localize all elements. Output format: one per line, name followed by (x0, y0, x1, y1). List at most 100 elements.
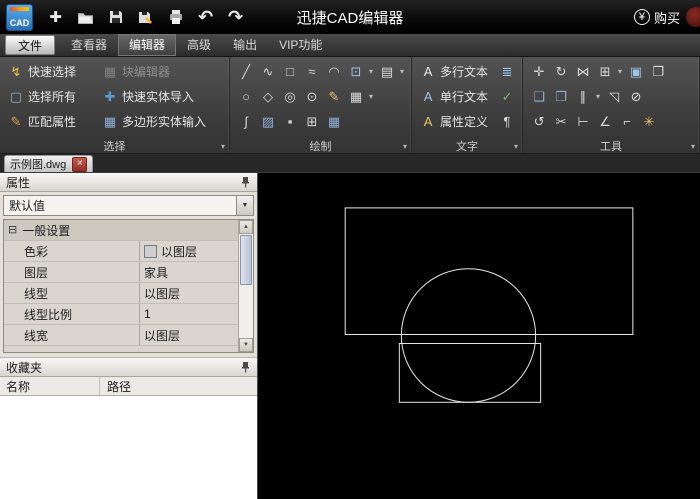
cad-circle[interactable] (400, 268, 537, 403)
tile-windows-button[interactable]: ❒ (551, 88, 571, 106)
revision-cloud-button[interactable]: ≈ (302, 63, 322, 81)
scrollbar[interactable]: ▲ ▼ (238, 220, 253, 352)
array-button[interactable]: ⊞ ▾ (595, 63, 624, 81)
array-dropdown-icon[interactable]: ▾ (618, 67, 622, 76)
explode-button[interactable]: ✳ (639, 113, 659, 131)
support-icon[interactable] (686, 7, 700, 27)
tab-file[interactable]: 文件 (5, 35, 56, 55)
polygon-entity-input-button[interactable]: ▦ 多边形实体输入 (100, 112, 224, 131)
more-draw-dropdown-icon[interactable]: ▾ (369, 92, 373, 101)
text-group-expand-icon[interactable]: ▾ (514, 142, 518, 151)
cad-rectangle-large[interactable] (344, 207, 634, 336)
quick-entity-import-button[interactable]: ✚ 快速实体导入 (100, 87, 224, 106)
tab-viewer[interactable]: 查看器 (60, 34, 118, 56)
undo-mark-button[interactable]: ↺ (529, 113, 549, 131)
polyline-button[interactable]: ∿ (258, 63, 278, 81)
sketch-button[interactable]: ✎ (324, 88, 344, 106)
mirror-button[interactable]: ⋈ (573, 63, 593, 81)
region-button[interactable]: ⊞ (302, 113, 322, 131)
drawing-canvas[interactable] (258, 173, 700, 499)
close-tab-icon[interactable]: × (72, 156, 88, 172)
paste-button[interactable]: ❐ (648, 63, 668, 81)
select-all-button[interactable]: ▢ 选择所有 (6, 87, 100, 106)
rotate-button[interactable]: ↻ (551, 63, 571, 81)
block-editor-button[interactable]: ▦ 块编辑器 (100, 62, 224, 81)
select-group-expand-icon[interactable]: ▾ (221, 142, 225, 151)
measure-button[interactable]: ∠ (595, 113, 615, 131)
combo-arrow-icon[interactable]: ▼ (236, 196, 253, 215)
tab-output[interactable]: 输出 (222, 34, 268, 56)
scroll-up-icon[interactable]: ▲ (239, 220, 253, 234)
app-logo[interactable]: CAD (6, 3, 33, 31)
circle-button[interactable]: ○ (236, 88, 256, 106)
hatch-button[interactable]: ▨ (258, 113, 278, 131)
more-draw-button[interactable]: ▦ ▾ (346, 88, 375, 106)
scroll-thumb[interactable] (240, 235, 252, 285)
undo-button[interactable]: ↶ (192, 4, 219, 30)
redo-button[interactable]: ↷ (222, 4, 249, 30)
tab-advanced[interactable]: 高级 (176, 34, 222, 56)
new-window-button[interactable]: ❑ (529, 88, 549, 106)
extend-button[interactable]: ⊢ (573, 113, 593, 131)
save-button[interactable] (102, 4, 129, 30)
cad-rectangle-small[interactable] (398, 342, 542, 403)
offset-button[interactable]: ∥ ▾ (573, 88, 602, 106)
donut-button[interactable]: ⊙ (302, 88, 322, 106)
color-swatch[interactable] (144, 244, 157, 258)
insert-block-dropdown-icon[interactable]: ▾ (369, 67, 373, 76)
erase-button[interactable]: ⊘ (626, 88, 646, 106)
tools-group-expand-icon[interactable]: ▾ (691, 142, 695, 151)
redo-icon: ↷ (227, 7, 244, 27)
match-properties-button[interactable]: ✎ 匹配属性 (6, 112, 100, 131)
tab-vip[interactable]: VIP功能 (268, 34, 333, 56)
spline-button[interactable]: ∫ (236, 113, 256, 131)
move-button[interactable]: ✛ (529, 63, 549, 81)
offset-dropdown-icon[interactable]: ▾ (596, 92, 600, 101)
line-button[interactable]: ╱ (236, 63, 256, 81)
collapse-icon[interactable]: ⊟ (8, 224, 17, 236)
property-row-linetype[interactable]: 线型 以图层 (4, 283, 238, 304)
fillet-button[interactable]: ⌐ (617, 113, 637, 131)
measure-icon: ∠ (599, 114, 611, 129)
scroll-down-icon[interactable]: ▼ (239, 338, 253, 352)
section-row-general[interactable]: ⊟ 一般设置 (4, 220, 238, 241)
spell-check-button[interactable]: ✓ (497, 84, 517, 109)
attribute-define-button[interactable]: A 属性定义 (418, 109, 490, 134)
canvas-area[interactable] (258, 173, 700, 499)
property-row-linetype-scale[interactable]: 线型比例 1 (4, 304, 238, 325)
text-style-button[interactable]: ¶ (497, 109, 517, 134)
save-as-button[interactable] (132, 4, 159, 30)
ellipse-button[interactable]: ◎ (280, 88, 300, 106)
multiline-text-button[interactable]: A 多行文本 (418, 59, 490, 84)
quick-select-button[interactable]: ↯ 快速选择 (6, 62, 100, 81)
favorites-list[interactable] (0, 396, 257, 499)
text-align-button[interactable]: ≣ (497, 59, 517, 84)
scale-button[interactable]: ◹ (604, 88, 624, 106)
point-button[interactable]: ▪ (280, 113, 300, 131)
trim-button[interactable]: ✂ (551, 113, 571, 131)
rectangle-button[interactable]: □ (280, 63, 300, 81)
pin-icon[interactable] (240, 361, 251, 373)
open-file-button[interactable] (72, 4, 99, 30)
table-button[interactable]: ▦ (324, 113, 344, 131)
copy-button[interactable]: ▣ (626, 63, 646, 81)
hatch-pattern-dropdown-icon[interactable]: ▾ (400, 67, 404, 76)
new-file-button[interactable]: ✚ (42, 4, 69, 30)
singleline-text-button[interactable]: A 单行文本 (418, 84, 490, 109)
insert-block-button[interactable]: ⊡ ▾ (346, 63, 375, 81)
column-path[interactable]: 路径 (100, 378, 131, 395)
preset-select[interactable]: 默认值 ▼ (3, 195, 254, 216)
polygon-button[interactable]: ◇ (258, 88, 278, 106)
property-row-color[interactable]: 色彩 以图层 (4, 241, 238, 262)
document-tab[interactable]: 示例图.dwg × (4, 155, 94, 172)
property-row-layer[interactable]: 图层 家具 (4, 262, 238, 283)
column-name[interactable]: 名称 (0, 377, 100, 395)
tab-editor[interactable]: 编辑器 (118, 34, 177, 56)
draw-group-expand-icon[interactable]: ▾ (403, 142, 407, 151)
arc-button[interactable]: ◠ (324, 63, 344, 81)
pin-icon[interactable] (240, 176, 251, 188)
hatch-pattern-button[interactable]: ▤ ▾ (377, 63, 406, 81)
buy-button[interactable]: ¥ 购买 (633, 8, 680, 27)
property-row-lineweight[interactable]: 线宽 以图层 (4, 325, 238, 346)
print-button[interactable] (162, 4, 189, 30)
